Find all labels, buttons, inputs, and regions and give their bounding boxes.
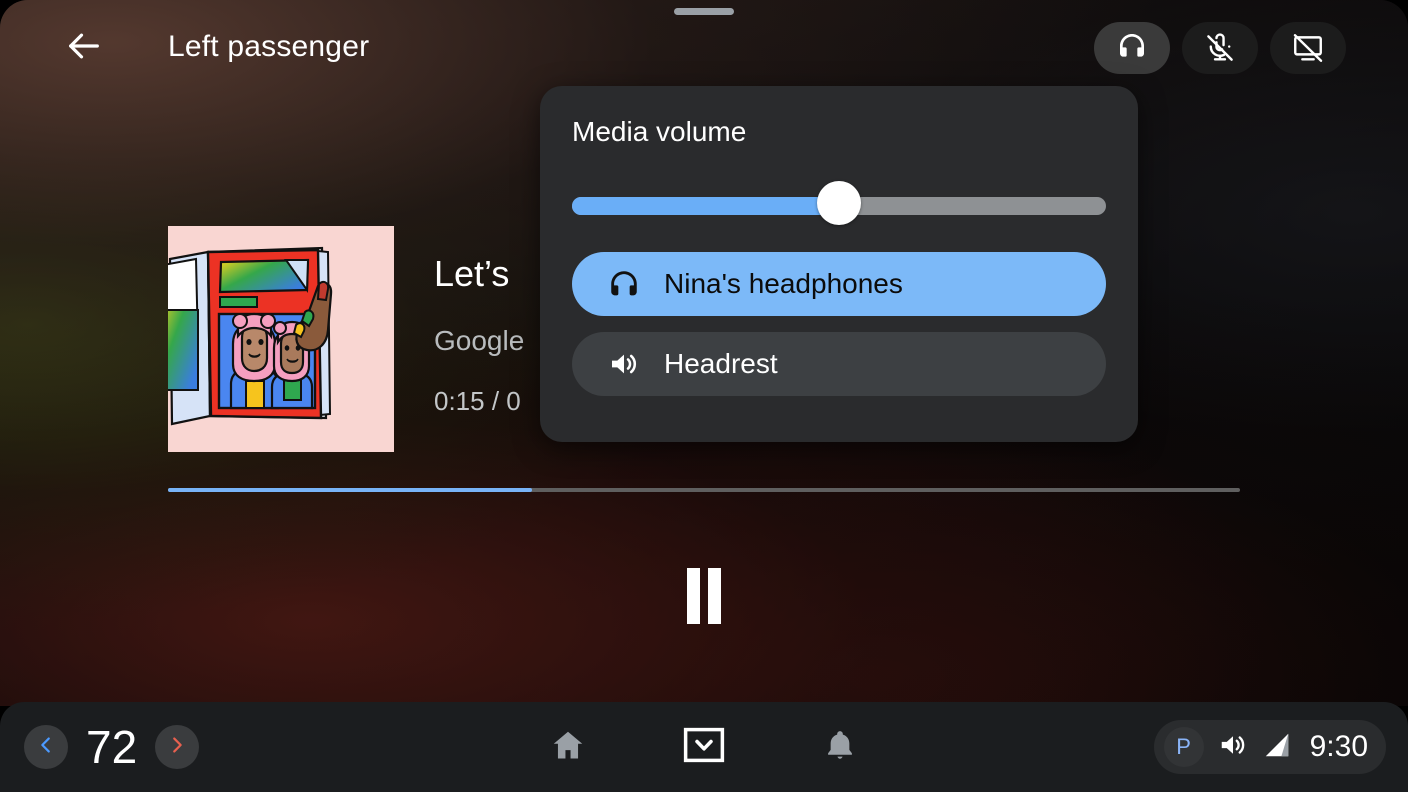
headphones-toggle[interactable]: [1094, 22, 1170, 74]
system-bar: 72 P 9:30: [0, 702, 1408, 792]
mic-off-toggle[interactable]: [1182, 22, 1258, 74]
mic-off-icon: [1207, 33, 1233, 61]
volume-up-icon: [602, 348, 646, 380]
pause-icon: [686, 567, 722, 629]
output-label: Nina's headphones: [664, 268, 903, 299]
volume-up-icon: [1218, 730, 1248, 765]
slider-fill: [572, 197, 839, 215]
top-bar: Left passenger: [0, 0, 1408, 96]
audio-output-list: Nina's headphones Headrest: [572, 252, 1106, 412]
nav-app-drawer[interactable]: [676, 719, 732, 775]
output-headrest[interactable]: Headrest: [572, 332, 1106, 396]
chevron-down-boxed-icon: [683, 724, 725, 771]
gear-indicator: P: [1163, 727, 1204, 767]
clock: 9:30: [1309, 730, 1368, 763]
headphones-icon: [1116, 30, 1148, 67]
arrow-left-icon: [64, 26, 104, 71]
screen-off-toggle[interactable]: [1270, 22, 1346, 74]
album-art[interactable]: [168, 226, 394, 452]
bell-icon: [823, 728, 857, 767]
progress-bar-fill: [168, 488, 533, 492]
top-actions: [1094, 22, 1346, 74]
back-button[interactable]: [56, 24, 112, 72]
nav-notifications[interactable]: [812, 719, 868, 775]
popup-title: Media volume: [572, 116, 747, 147]
progress-bar[interactable]: [168, 488, 1240, 492]
pause-button[interactable]: [659, 556, 749, 640]
slider-thumb[interactable]: [817, 181, 861, 225]
headphones-icon: [602, 267, 646, 301]
signal-bars-icon: [1262, 730, 1292, 765]
screen-off-icon: [1293, 34, 1323, 62]
output-label: Headrest: [664, 348, 778, 379]
media-volume-slider[interactable]: [572, 181, 1106, 225]
status-group[interactable]: P 9:30: [1153, 720, 1386, 774]
media-volume-popup: Media volume Nina's headphones Headrest: [540, 86, 1138, 442]
album-art-illustration: [168, 226, 394, 452]
media-screen: Left passenger Let’s Google 0:15 / 0 Med…: [0, 0, 1408, 792]
transport-controls: [0, 556, 1408, 640]
page-title: Left passenger: [168, 30, 370, 63]
media-surface: Left passenger Let’s Google 0:15 / 0 Med…: [0, 0, 1408, 706]
home-icon: [550, 727, 586, 768]
output-nina-headphones[interactable]: Nina's headphones: [572, 252, 1106, 316]
nav-home[interactable]: [540, 719, 596, 775]
